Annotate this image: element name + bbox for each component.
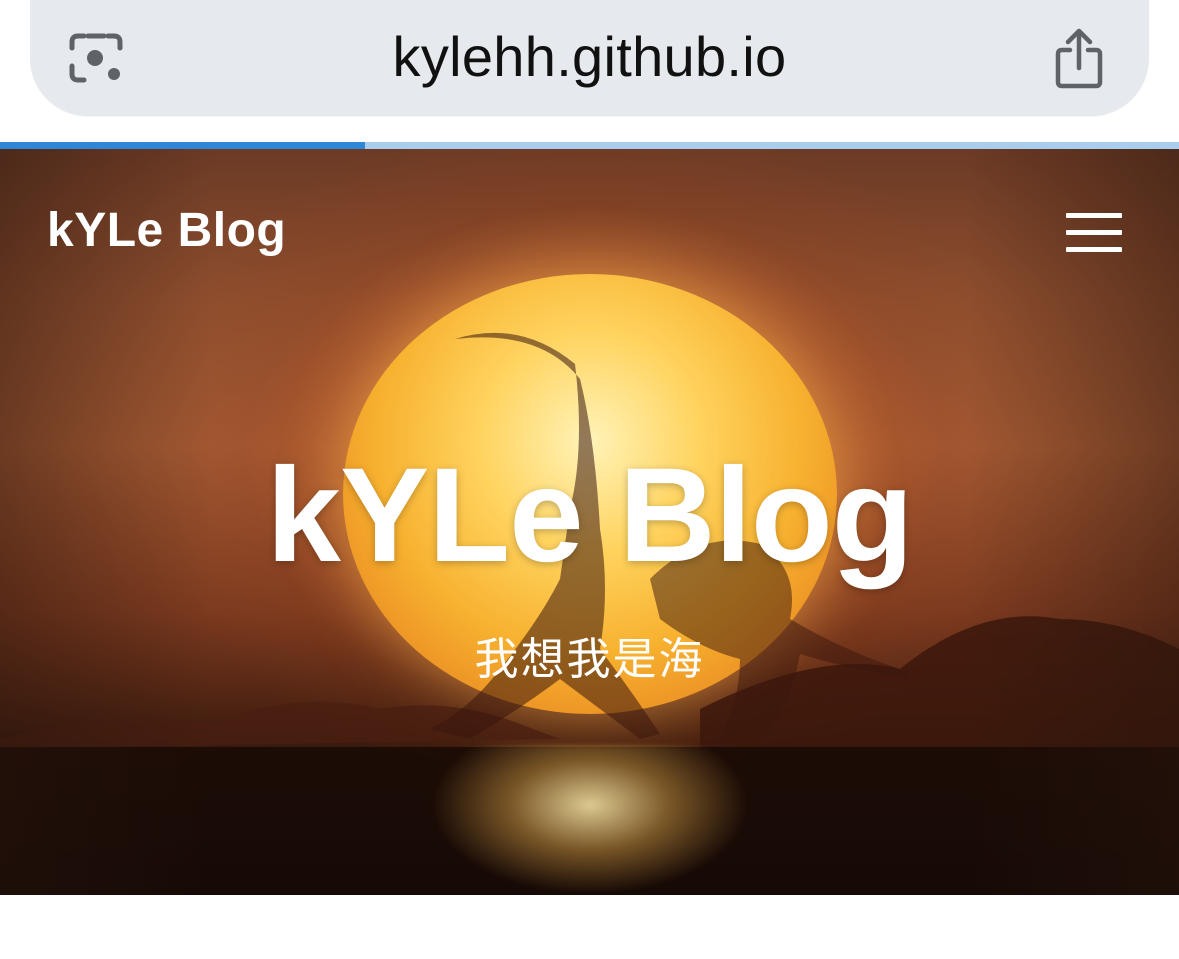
menu-bar-top [1066,213,1122,218]
page-load-progress [0,142,1179,149]
menu-bar-bottom [1066,247,1122,252]
page-content-area [0,895,1179,959]
browser-address-bar: kylehh.github.io [0,0,1179,142]
share-icon[interactable] [1054,28,1104,90]
page: kylehh.github.io kYLe Blog kYLe Blog 我想我… [0,0,1179,959]
url-text[interactable]: kylehh.github.io [30,24,1149,90]
hero-subtitle: 我想我是海 [474,634,705,685]
menu-bar-middle [1066,230,1122,235]
site-brand-link[interactable]: kYLe Blog [47,201,286,261]
hamburger-menu-icon[interactable] [1066,213,1122,253]
hero-title: kYLe Blog [266,441,913,590]
hero-header: kYLe Blog kYLe Blog 我想我是海 [0,149,1179,895]
page-load-progress-fill [0,142,366,149]
url-field[interactable]: kylehh.github.io [30,0,1149,116]
